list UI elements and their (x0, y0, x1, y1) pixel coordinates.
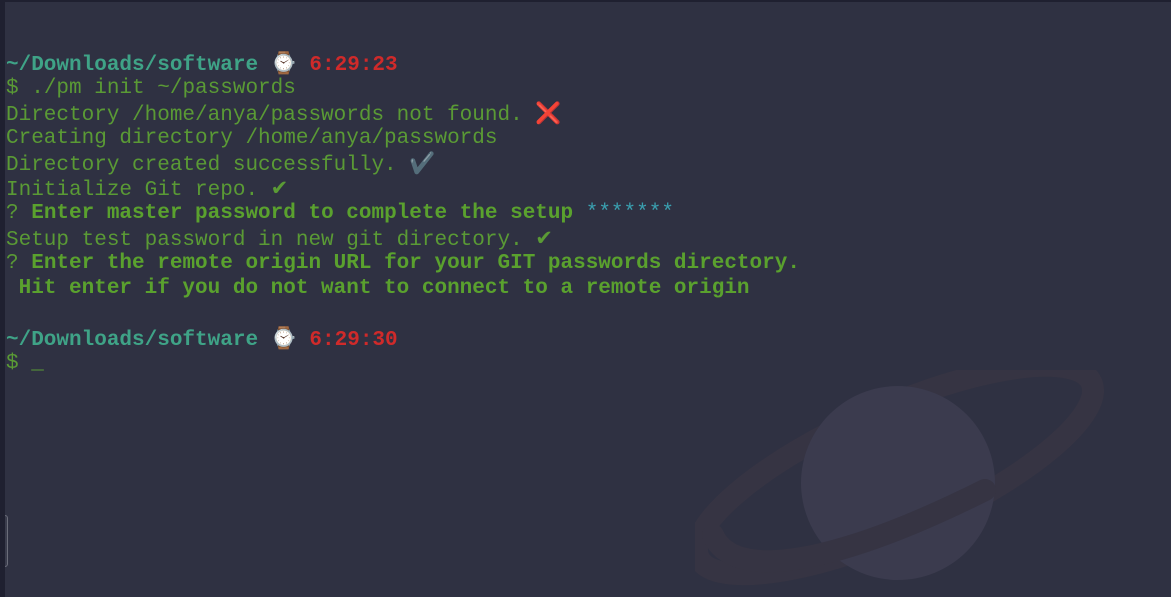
prompt-symbol: $ (6, 77, 19, 100)
planet-wallpaper (695, 370, 1105, 586)
cross-mark-icon: ❌ (535, 101, 562, 125)
output-line: Setup test password in new git directory… (6, 226, 800, 252)
output-line: Directory /home/anya/passwords not found… (6, 101, 800, 127)
output-line: Creating directory /home/anya/passwords (6, 126, 800, 151)
question-text: Hit enter if you do not want to connect … (6, 277, 750, 300)
window-top-border (5, 0, 1171, 2)
planet-body (801, 386, 995, 580)
prompt-time: 6:29:30 (309, 329, 398, 352)
watch-icon: ⌚ (270, 326, 297, 350)
question-mark: ? (6, 252, 19, 275)
planet-ring-back (695, 370, 1105, 586)
prompt-time: 6:29:23 (309, 54, 398, 77)
planet-ring-front (702, 479, 996, 573)
question-line: ? Enter the remote origin URL for your G… (6, 251, 800, 276)
prompt-symbol: $ (6, 352, 19, 375)
prompt-path: ~/Downloads/software (6, 329, 259, 352)
output-text: Directory /home/anya/passwords not found… (6, 104, 523, 127)
question-text: Enter master password to complete the se… (31, 202, 574, 225)
resize-handle[interactable] (5, 515, 8, 567)
command-line: $ ./pm init ~/passwords (6, 76, 800, 101)
output-line: Initialize Git repo. ✔ (6, 176, 800, 202)
watch-icon: ⌚ (270, 51, 297, 75)
output-text: Creating directory /home/anya/passwords (6, 127, 498, 150)
question-line: ? Enter master password to complete the … (6, 201, 800, 226)
text-cursor[interactable]: _ (31, 352, 44, 375)
masked-password: ******* (585, 202, 674, 225)
command-text: ./pm init ~/passwords (31, 77, 296, 100)
prompt-line: ~/Downloads/software ⌚ 6:29:30 (6, 326, 800, 352)
check-icon: ✔ (270, 176, 289, 200)
output-line: Directory created successfully. ✔️ (6, 151, 800, 177)
question-text: Enter the remote origin URL for your GIT… (31, 252, 800, 275)
terminal-window[interactable]: ~/Downloads/software ⌚ 6:29:23 $ ./pm ini… (0, 0, 1171, 597)
prompt-line: ~/Downloads/software ⌚ 6:29:23 (6, 51, 800, 77)
prompt-path: ~/Downloads/software (6, 54, 259, 77)
question-continuation: Hit enter if you do not want to connect … (6, 276, 800, 301)
output-text: Directory created successfully. (6, 154, 397, 177)
output-text: Initialize Git repo. (6, 179, 259, 202)
heavy-check-icon: ✔️ (409, 151, 436, 175)
output-text: Setup test password in new git directory… (6, 229, 523, 252)
check-icon: ✔ (535, 226, 553, 250)
terminal-output[interactable]: ~/Downloads/software ⌚ 6:29:23 $ ./pm ini… (6, 26, 800, 376)
question-mark: ? (6, 202, 19, 225)
command-line: $ _ (6, 351, 800, 376)
